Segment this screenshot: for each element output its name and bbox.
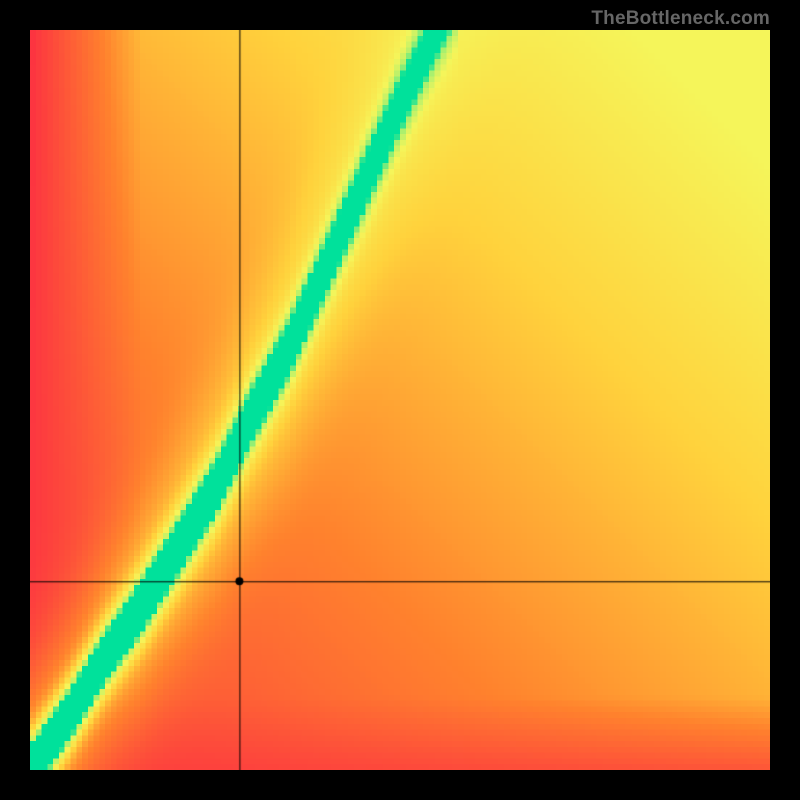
watermark-text: TheBottleneck.com: [591, 8, 770, 30]
chart-frame: TheBottleneck.com: [0, 0, 800, 800]
bottleneck-heatmap: [30, 30, 770, 770]
